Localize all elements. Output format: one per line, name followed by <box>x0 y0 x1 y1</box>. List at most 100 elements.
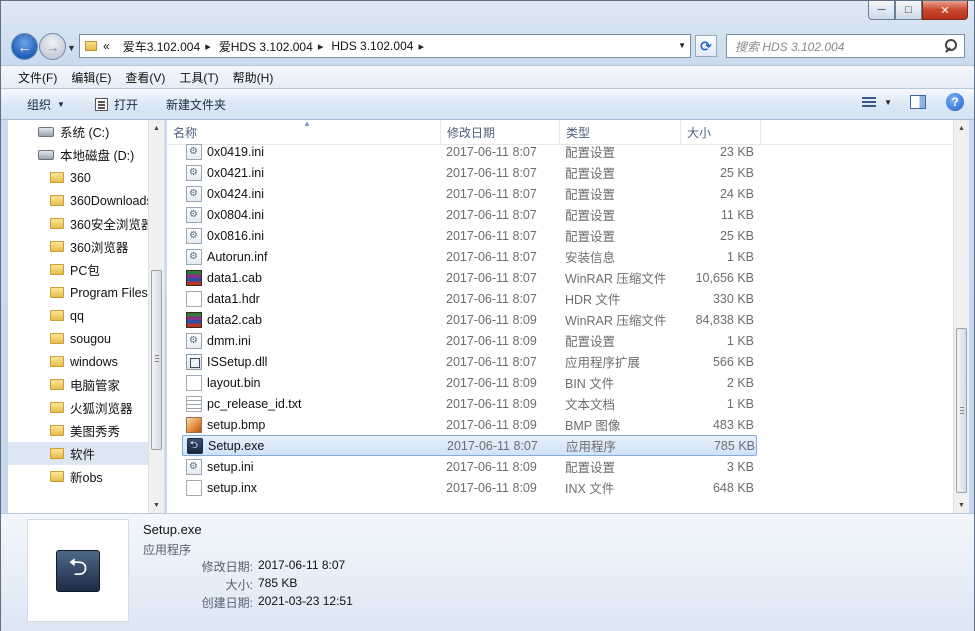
open-button[interactable]: 打开 <box>85 96 148 113</box>
forward-button[interactable]: → <box>39 33 66 60</box>
breadcrumb-item[interactable]: 爱HDS 3.102.004 <box>219 38 313 55</box>
scroll-thumb[interactable] <box>151 270 162 450</box>
nav-folder-item[interactable]: 360Downloads <box>8 189 153 212</box>
file-date: 2017-06-11 8:09 <box>446 396 537 411</box>
drive-icon <box>38 149 54 160</box>
file-type: 配置设置 <box>565 188 616 202</box>
search-icon[interactable] <box>942 37 960 55</box>
nav-folder-item[interactable]: Program Files <box>8 281 149 304</box>
organize-button[interactable]: 组织 ▼ <box>17 96 75 113</box>
address-bar[interactable]: « 爱车3.102.004 ▸ 爱HDS 3.102.004 ▸ HDS 3.1… <box>79 34 691 58</box>
new-folder-button[interactable]: 新建文件夹 <box>156 96 236 113</box>
menu-help[interactable]: 帮助(H) <box>228 69 279 86</box>
back-button[interactable]: ← <box>11 33 38 60</box>
file-date: 2017-06-11 8:07 <box>446 228 537 243</box>
chevron-down-icon[interactable]: ▼ <box>884 98 892 107</box>
command-bar-right: ▼ ? <box>862 93 964 111</box>
nav-folder-item[interactable]: windows <box>8 350 149 373</box>
nav-drive-d[interactable]: 本地磁盘 (D:) <box>8 143 149 166</box>
file-name-cell: ISSetup.dll <box>182 353 441 370</box>
file-name-cell: 0x0816.ini <box>182 227 441 244</box>
file-list-scrollbar[interactable]: ▲ ▼ <box>953 120 969 513</box>
file-size: 25 KB <box>719 228 754 243</box>
file-row[interactable]: dmm.ini 2017-06-11 8:09 配置设置 1 KB <box>182 330 757 351</box>
address-dropdown-icon[interactable]: ▼ <box>678 41 686 50</box>
scroll-down-icon[interactable]: ▼ <box>954 497 969 513</box>
preview-pane-icon[interactable] <box>910 95 926 109</box>
nav-folder-item[interactable]: 火狐浏览器 <box>8 396 149 419</box>
file-size: 10,656 KB <box>695 270 754 285</box>
scroll-down-icon[interactable]: ▼ <box>149 497 164 513</box>
nav-folder-item[interactable]: qq <box>8 304 149 327</box>
file-size: 84,838 KB <box>695 312 754 327</box>
chevron-right-icon[interactable]: ▸ <box>415 40 424 53</box>
nav-folder-item[interactable]: 美图秀秀 <box>8 419 149 442</box>
file-list-pane: 名称 ▲ 修改日期 类型 大小 0x0419.ini 2017-06-11 8:0… <box>167 120 969 513</box>
search-box[interactable]: 搜索 HDS 3.102.004 <box>726 34 965 58</box>
cab-file-icon <box>186 269 202 286</box>
menu-tools[interactable]: 工具(T) <box>174 69 223 86</box>
breadcrumb-overflow[interactable]: « <box>103 39 110 53</box>
chevron-right-icon[interactable]: ▸ <box>315 40 324 53</box>
minimize-button[interactable]: ─ <box>868 1 895 20</box>
file-size: 1 KB <box>726 249 754 264</box>
menu-view[interactable]: 查看(V) <box>120 69 170 86</box>
breadcrumb-item[interactable]: 爱车3.102.004 <box>123 38 200 55</box>
file-row[interactable]: data1.cab 2017-06-11 8:07 WinRAR 压缩文件 10,65… <box>182 267 757 288</box>
nav-scrollbar[interactable]: ▲ ▼ <box>148 120 164 513</box>
menu-edit[interactable]: 编辑(E) <box>66 69 116 86</box>
chevron-right-icon[interactable]: ▸ <box>202 40 211 53</box>
file-date: 2017-06-11 8:07 <box>446 354 537 369</box>
file-row[interactable]: pc_release_id.txt 2017-06-11 8:09 文本文档 1 KB <box>182 393 757 414</box>
close-button[interactable]: ✕ <box>922 1 968 20</box>
sort-ascending-icon: ▲ <box>303 120 311 128</box>
file-size: 1 KB <box>726 396 754 411</box>
file-size: 3 KB <box>726 459 754 474</box>
folder-icon <box>50 425 64 436</box>
file-row[interactable]: 0x0804.ini 2017-06-11 8:07 配置设置 11 KB <box>182 204 757 225</box>
refresh-button[interactable]: ⟳ <box>695 35 717 57</box>
file-date: 2017-06-11 8:07 <box>446 249 537 264</box>
nav-folder-item[interactable]: 电脑管家 <box>8 373 149 396</box>
folder-icon <box>50 471 64 482</box>
file-row[interactable]: ISSetup.dll 2017-06-11 8:07 应用程序扩展 566 KB <box>182 351 757 372</box>
file-row[interactable]: data2.cab 2017-06-11 8:09 WinRAR 压缩文件 84,83… <box>182 309 757 330</box>
file-row[interactable]: Autorun.inf 2017-06-11 8:07 安装信息 1 KB <box>182 246 757 267</box>
breadcrumb-item[interactable]: HDS 3.102.004 <box>331 39 413 53</box>
file-row[interactable]: data1.hdr 2017-06-11 8:07 HDR 文件 330 KB <box>182 288 757 309</box>
help-icon[interactable]: ? <box>946 93 964 111</box>
navigation-pane: 系统 (C:) 本地磁盘 (D:) 360 360Downloads 360安全浏览… <box>8 120 165 513</box>
nav-folder-item[interactable]: PC包 <box>8 258 149 281</box>
file-row[interactable]: setup.bmp 2017-06-11 8:09 BMP 图像 483 KB <box>182 414 757 435</box>
scroll-up-icon[interactable]: ▲ <box>149 120 164 136</box>
search-input[interactable]: 搜索 HDS 3.102.004 <box>735 38 942 55</box>
nav-drive-c[interactable]: 系统 (C:) <box>8 120 149 143</box>
nav-folder-item[interactable]: 360 <box>8 166 149 189</box>
view-options-icon[interactable] <box>862 96 877 108</box>
file-row[interactable]: setup.ini 2017-06-11 8:09 配置设置 3 KB <box>182 456 757 477</box>
file-row[interactable]: 0x0421.ini 2017-06-11 8:07 配置设置 25 KB <box>182 162 757 183</box>
nav-folder-item[interactable]: 360浏览器 <box>8 235 149 258</box>
file-row[interactable]: 0x0419.ini 2017-06-11 8:07 配置设置 23 KB <box>182 141 757 162</box>
chevron-right-icon <box>112 40 115 52</box>
file-row[interactable]: setup.inx 2017-06-11 8:09 INX 文件 648 KB <box>182 477 757 498</box>
maximize-button[interactable]: □ <box>895 1 922 20</box>
file-row[interactable]: Setup.exe 2017-06-11 8:07 应用程序 785 KB <box>182 435 757 456</box>
file-row[interactable]: layout.bin 2017-06-11 8:09 BIN 文件 2 KB <box>182 372 757 393</box>
nav-item-label: 电脑管家 <box>70 379 121 393</box>
menu-file[interactable]: 文件(F) <box>13 69 62 86</box>
nav-folder-item[interactable]: 软件 <box>8 442 149 465</box>
file-row[interactable]: 0x0816.ini 2017-06-11 8:07 配置设置 25 KB <box>182 225 757 246</box>
file-date: 2017-06-11 8:07 <box>446 270 537 285</box>
nav-folder-item[interactable]: 360安全浏览器 <box>8 212 153 235</box>
nav-folder-item[interactable]: sougou <box>8 327 149 350</box>
nav-folder-item[interactable]: 新obs <box>8 465 149 488</box>
file-size: 24 KB <box>719 186 754 201</box>
scroll-up-icon[interactable]: ▲ <box>954 120 969 136</box>
file-type: 配置设置 <box>565 146 616 160</box>
drive-icon <box>38 126 54 137</box>
recent-pages-dropdown[interactable]: ▼ <box>67 43 76 53</box>
file-row[interactable]: 0x0424.ini 2017-06-11 8:07 配置设置 24 KB <box>182 183 757 204</box>
file-size: 566 KB <box>712 354 754 369</box>
scroll-thumb[interactable] <box>956 328 967 493</box>
